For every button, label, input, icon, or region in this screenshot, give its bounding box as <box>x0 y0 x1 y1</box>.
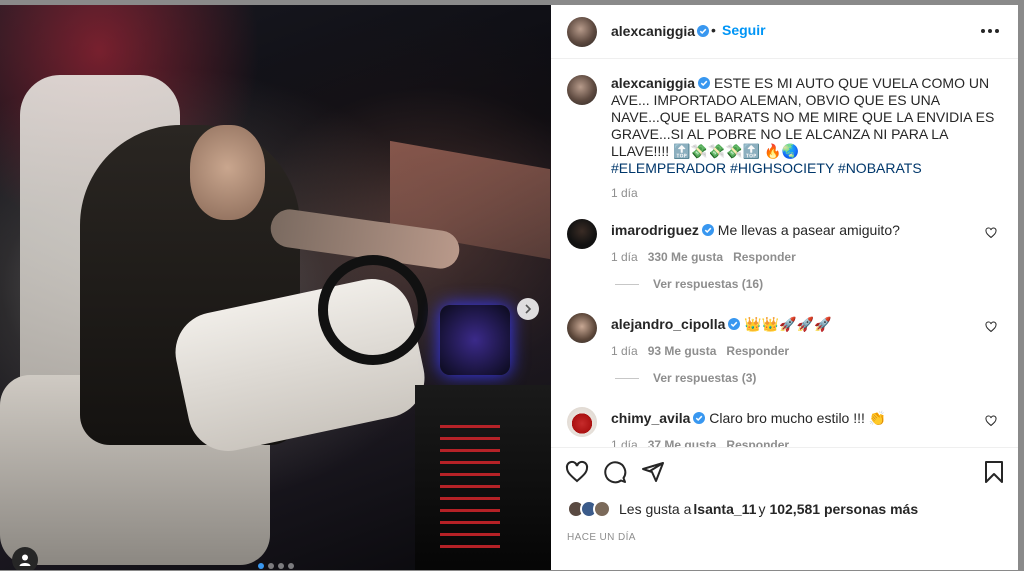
comment-text: Claro bro mucho estilo !!! 👏 <box>709 410 887 426</box>
comment-text: 👑👑🚀🚀🚀 <box>744 316 832 332</box>
caption-username[interactable]: alexcaniggia <box>611 75 695 91</box>
comment-time: 1 día <box>611 438 638 447</box>
caption-hashtags[interactable]: #ELEMPERADOR #HIGHSOCIETY #NOBARATS <box>611 160 922 176</box>
verified-badge-icon <box>698 77 711 89</box>
reply-button[interactable]: Responder <box>726 437 789 447</box>
more-options-icon <box>981 29 985 33</box>
verified-badge-icon <box>728 318 741 330</box>
heart-icon[interactable] <box>985 227 997 239</box>
comment-time: 1 día <box>611 250 638 264</box>
reply-button[interactable]: Responder <box>733 249 796 266</box>
likes-summary: Les gusta a lsanta_11 y 102,581 personas… <box>567 500 918 518</box>
comment-likes[interactable]: 93 Me gusta <box>648 343 717 360</box>
more-dot <box>995 29 999 33</box>
commenter-avatar[interactable] <box>567 407 597 437</box>
separator-dot: • <box>711 22 716 38</box>
dashboard-screen <box>440 305 510 375</box>
more-dot <box>988 29 992 33</box>
post-date[interactable]: HACE UN DÍA <box>567 532 636 543</box>
comment-likes[interactable]: 330 Me gusta <box>648 249 723 266</box>
replies-line <box>615 377 639 379</box>
liker-avatar[interactable] <box>593 500 611 518</box>
author-username[interactable]: alexcaniggia <box>611 23 695 39</box>
post-header: alexcaniggia • Seguir <box>551 5 1018 59</box>
likes-prefix: Les gusta a <box>619 501 692 517</box>
verified-badge-icon <box>693 412 706 424</box>
verified-badge-icon <box>697 25 709 37</box>
view-replies-label[interactable]: Ver respuestas (3) <box>653 371 756 385</box>
view-replies[interactable]: Ver respuestas (16) <box>615 277 763 291</box>
caption-avatar[interactable] <box>567 75 597 105</box>
chevron-right-icon <box>525 304 532 314</box>
comments-section[interactable]: alexcaniggia ESTE ES MI AUTO QUE VUELA C… <box>551 59 1018 447</box>
commenter-avatar[interactable] <box>567 313 597 343</box>
post-modal: alexcaniggia • Seguir alexcaniggia ESTE … <box>0 0 1024 570</box>
heart-icon[interactable] <box>985 415 997 427</box>
more-options-button[interactable] <box>978 23 1002 39</box>
comment-body: imarodriguez Me llevas a pasear amiguito… <box>611 222 971 266</box>
carousel-dot <box>288 563 294 569</box>
bookmark-icon[interactable] <box>982 460 1006 484</box>
caption-body: alexcaniggia ESTE ES MI AUTO QUE VUELA C… <box>611 75 996 202</box>
caption-time: 1 día <box>611 186 638 200</box>
verified-badge-icon <box>701 224 714 236</box>
user-tag-button[interactable] <box>12 547 38 570</box>
commenter-avatar[interactable] <box>567 219 597 249</box>
share-icon[interactable] <box>641 460 665 484</box>
heart-icon[interactable] <box>565 460 589 484</box>
user-tag-icon <box>19 554 31 566</box>
comment-text: Me llevas a pasear amiguito? <box>717 222 900 238</box>
post-panel: alexcaniggia • Seguir alexcaniggia ESTE … <box>551 5 1018 570</box>
author-avatar[interactable] <box>567 17 597 47</box>
carousel-dot <box>268 563 274 569</box>
carousel-dot <box>278 563 284 569</box>
comment-time: 1 día <box>611 344 638 358</box>
post-actions: Les gusta a lsanta_11 y 102,581 personas… <box>551 447 1018 571</box>
person-head <box>190 125 265 220</box>
follow-button[interactable]: Seguir <box>722 22 766 38</box>
carousel-dots <box>258 563 294 569</box>
view-replies[interactable]: Ver respuestas (3) <box>615 371 756 385</box>
post-photo[interactable] <box>0 5 551 570</box>
console-lights <box>440 425 500 555</box>
replies-line <box>615 283 639 285</box>
comment-body: alejandro_cipolla 👑👑🚀🚀🚀 1 día 93 Me gust… <box>611 316 971 360</box>
steering-wheel <box>318 255 428 365</box>
commenter-username[interactable]: chimy_avila <box>611 410 690 426</box>
comment-likes[interactable]: 37 Me gusta <box>648 437 717 447</box>
view-replies-label[interactable]: Ver respuestas (16) <box>653 277 763 291</box>
likes-count[interactable]: 102,581 personas más <box>769 501 918 517</box>
commenter-username[interactable]: alejandro_cipolla <box>611 316 725 332</box>
comment-icon[interactable] <box>603 460 627 484</box>
comment-body: chimy_avila Claro bro mucho estilo !!! 👏… <box>611 410 971 447</box>
carousel-next-button[interactable] <box>517 298 539 320</box>
likes-user[interactable]: lsanta_11 <box>693 501 756 517</box>
likers-avatars <box>567 500 611 518</box>
heart-icon[interactable] <box>985 321 997 333</box>
carousel-dot <box>258 563 264 569</box>
commenter-username[interactable]: imarodriguez <box>611 222 699 238</box>
likes-mid: y <box>758 501 766 517</box>
reply-button[interactable]: Responder <box>726 343 789 360</box>
